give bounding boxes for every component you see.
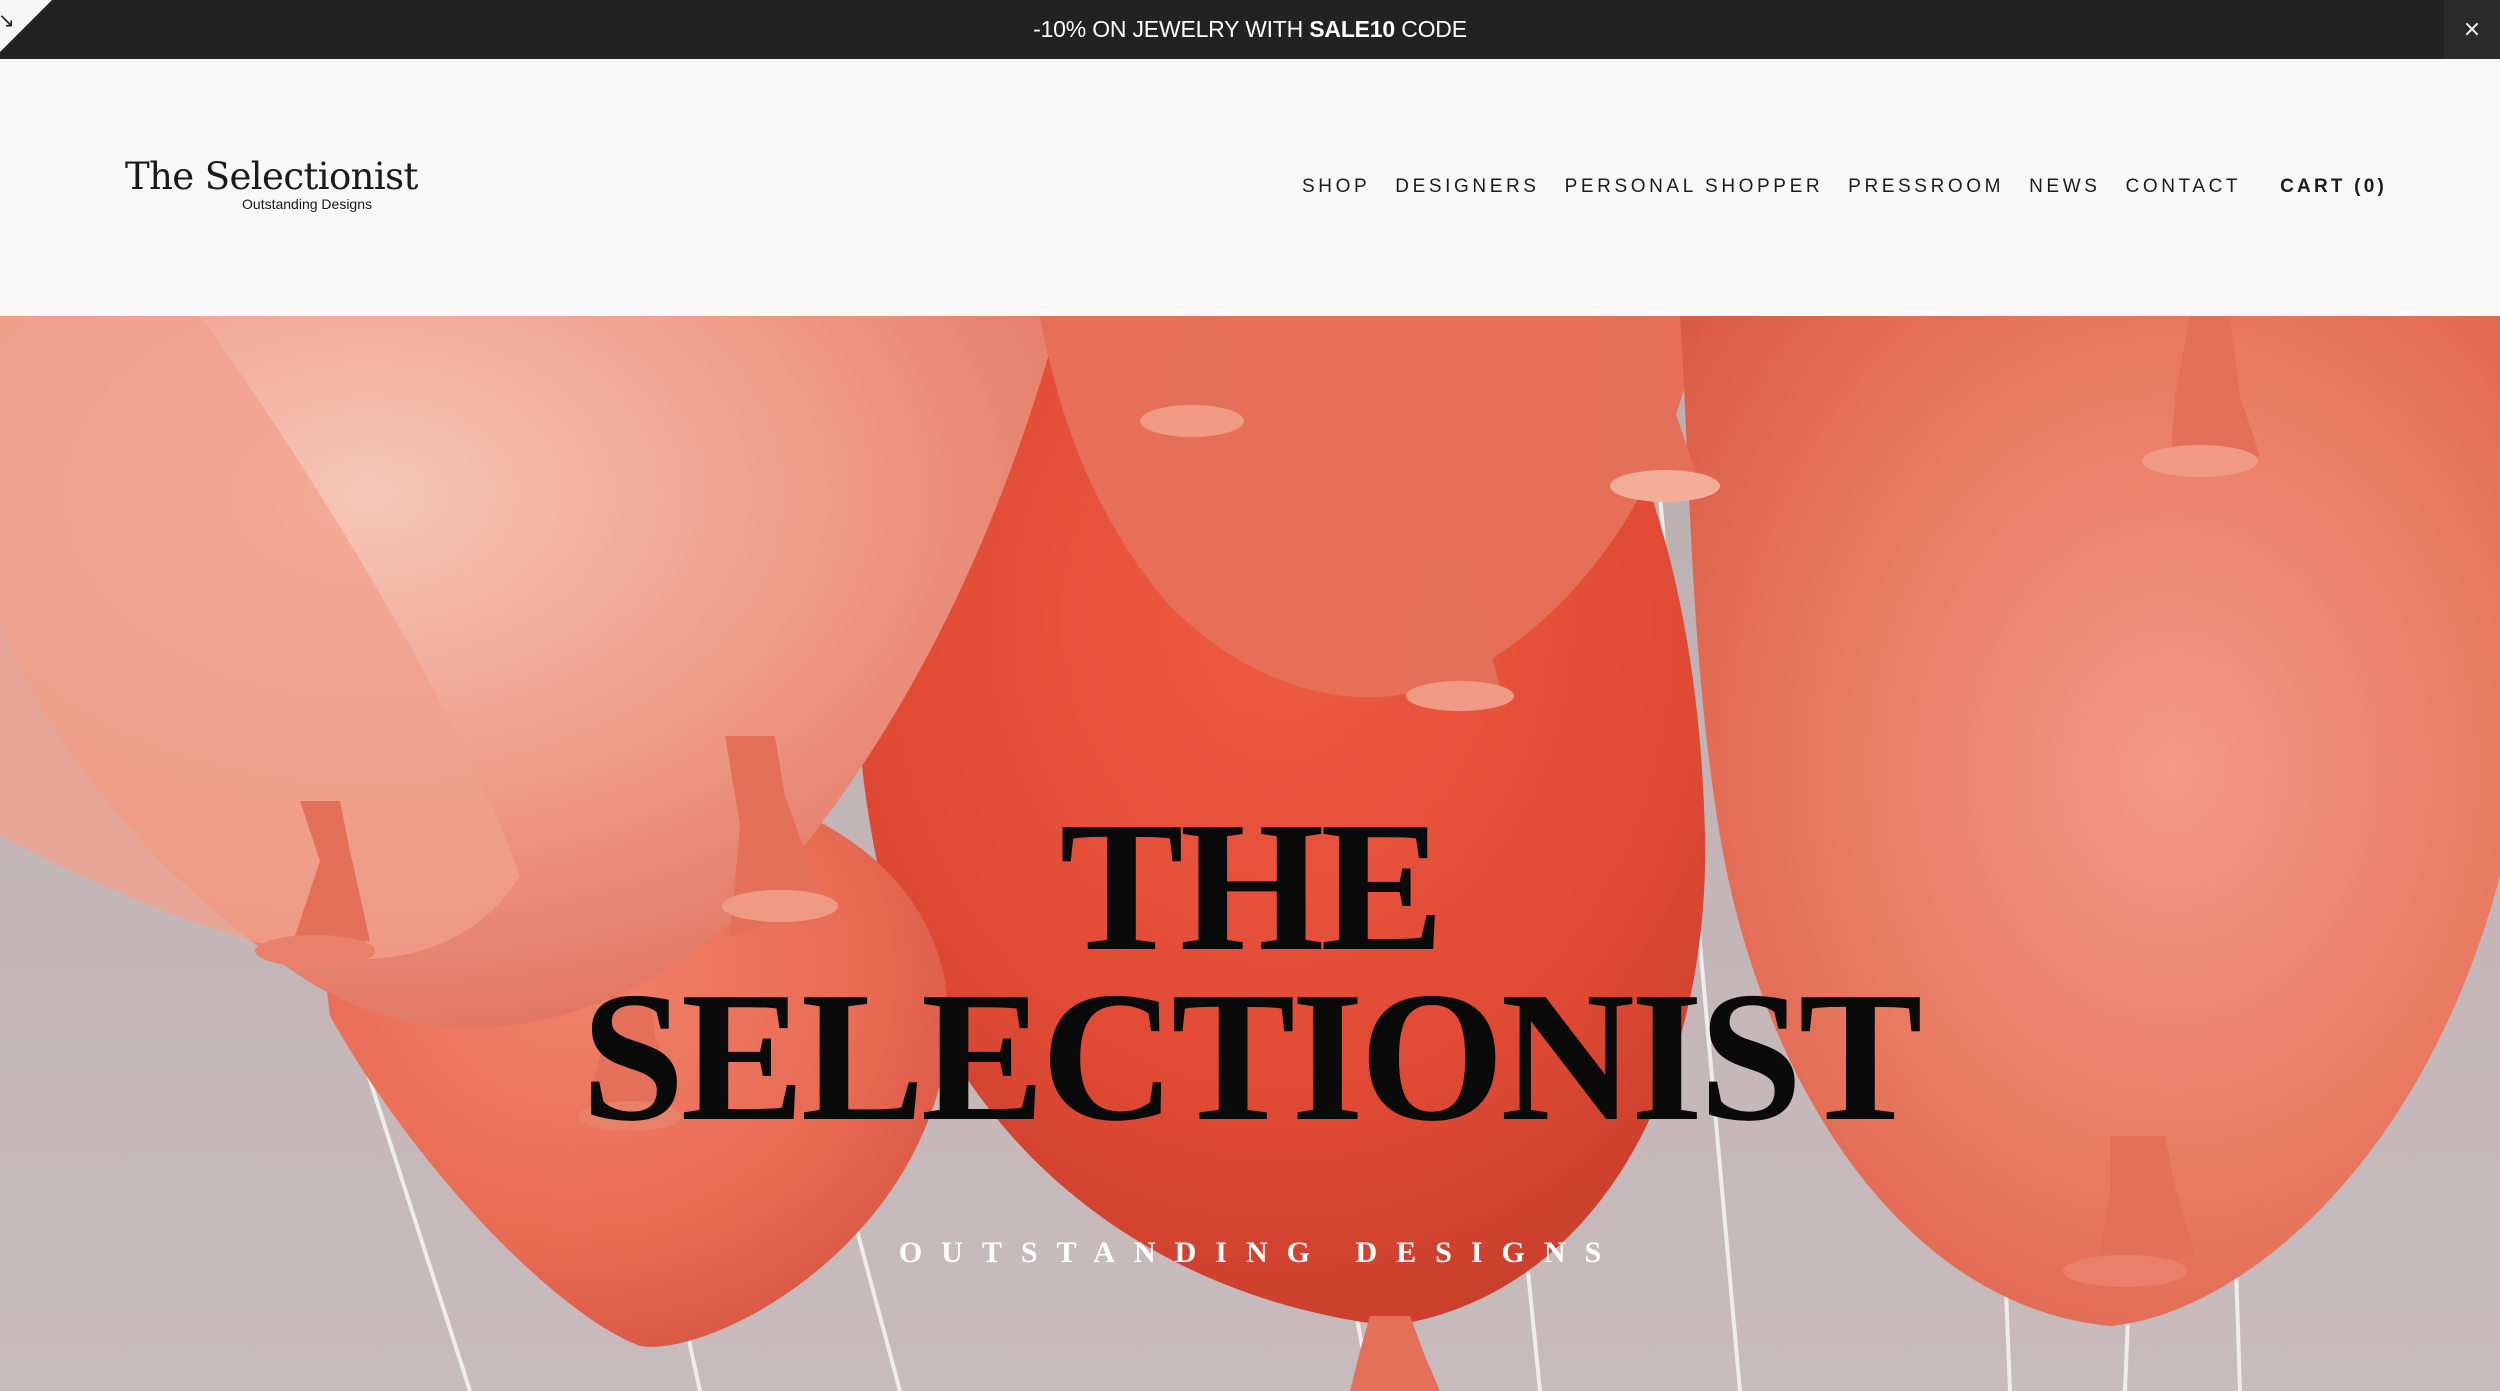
close-icon: × [2462, 17, 2482, 42]
promo-code: SALE10 [1309, 16, 1395, 42]
close-announcement-button[interactable]: × [2444, 0, 2500, 59]
nav-item-personal-shopper[interactable]: PERSONAL SHOPPER [1565, 176, 1824, 198]
announcement-bar: -10% ON JEWELRY WITH SALE10 CODE [0, 0, 2500, 59]
nav-item-pressroom[interactable]: PRESSROOM [1848, 176, 2004, 198]
site-logo[interactable]: The Selectionist Outstanding Designs [125, 155, 418, 212]
arrow-diagonal-icon: ↘ [0, 8, 15, 32]
announcement-text: -10% ON JEWELRY WITH SALE10 CODE [1033, 16, 1467, 43]
site-header: The Selectionist Outstanding Designs SHO… [0, 59, 2500, 316]
hero-subtitle: OUTSTANDING DESIGNS [898, 1236, 1621, 1269]
logo-subtitle: Outstanding Designs [242, 195, 372, 212]
hero-title: THE SELECTIONIST [0, 784, 2500, 1160]
logo-title: The Selectionist [125, 155, 418, 198]
nav-item-shop[interactable]: SHOP [1302, 176, 1370, 198]
announcement-suffix: CODE [1401, 16, 1467, 42]
cart-link[interactable]: CART (0) [2280, 176, 2387, 198]
hero-title-line1: THE [1059, 784, 1445, 990]
announcement-prefix: -10% ON JEWELRY WITH [1033, 16, 1304, 42]
nav-item-contact[interactable]: CONTACT [2126, 176, 2242, 198]
nav-item-news[interactable]: NEWS [2029, 176, 2100, 198]
hero-title-line2: SELECTIONIST [581, 954, 1922, 1160]
nav-item-designers[interactable]: DESIGNERS [1395, 176, 1539, 198]
main-nav: SHOP DESIGNERS PERSONAL SHOPPER PRESSROO… [1302, 176, 2387, 198]
hero-section: THE SELECTIONIST OUTSTANDING DESIGNS [0, 316, 2500, 1391]
corner-toggle[interactable]: ↘ [0, 0, 52, 52]
